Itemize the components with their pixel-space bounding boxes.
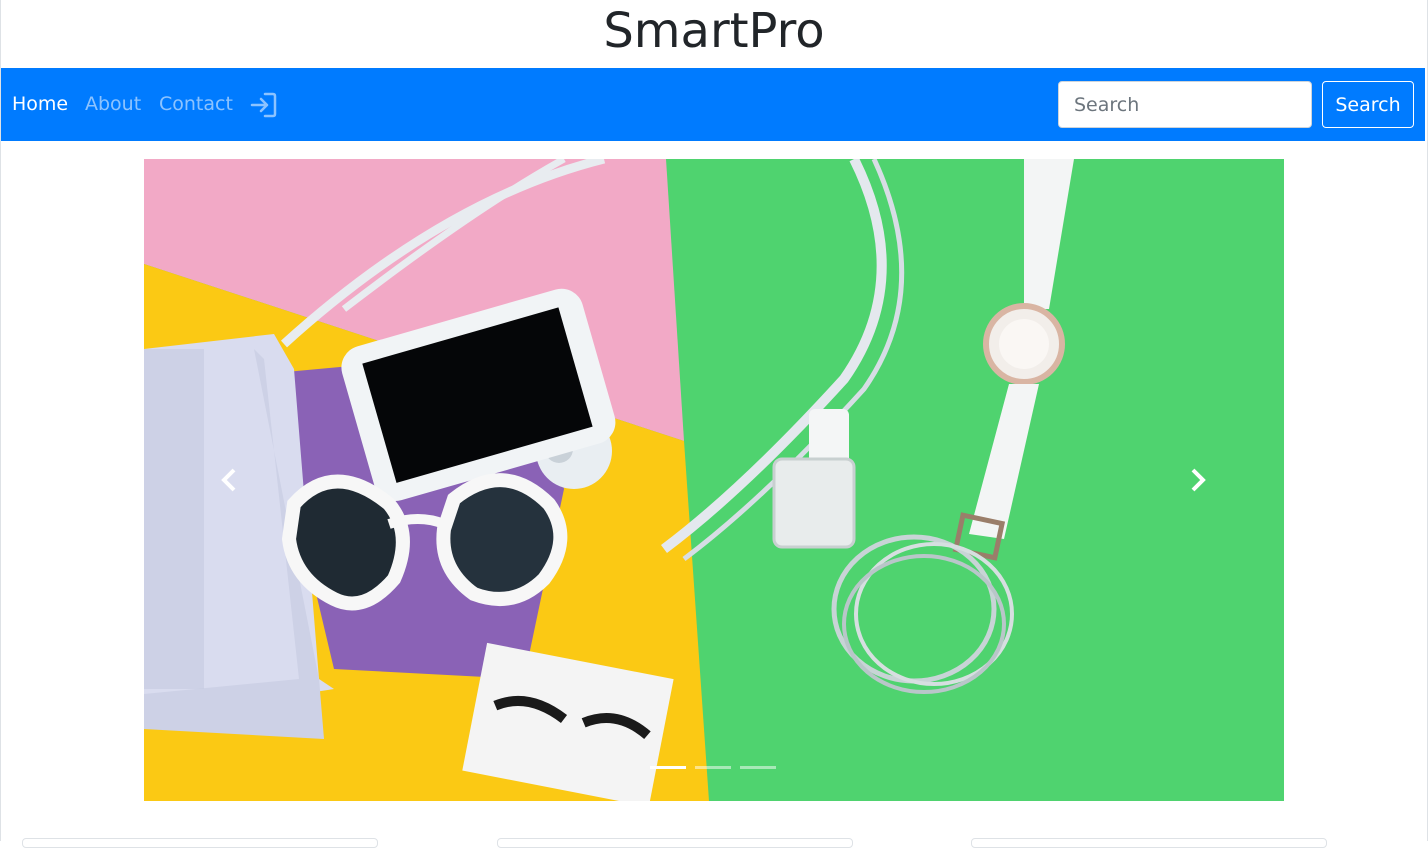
card-3	[971, 838, 1327, 848]
card-2	[497, 838, 853, 848]
card-1	[22, 838, 378, 848]
carousel-prev-button[interactable]	[144, 159, 314, 801]
chevron-left-icon	[221, 468, 236, 492]
carousel-indicator-2[interactable]	[695, 766, 731, 769]
nav-home-link[interactable]: Home	[12, 68, 68, 141]
carousel-indicators	[650, 763, 778, 773]
nav-contact-link[interactable]: Contact	[159, 68, 233, 141]
carousel-slide-image	[144, 159, 1284, 801]
carousel-indicator-3[interactable]	[740, 766, 776, 769]
navbar: Home About Contact Search	[1, 68, 1425, 141]
carousel-next-button[interactable]	[1114, 159, 1284, 801]
image-carousel	[144, 159, 1284, 801]
site-title: SmartPro	[603, 3, 825, 59]
carousel-indicator-1[interactable]	[650, 766, 686, 769]
sign-in-icon[interactable]	[249, 90, 279, 120]
search-input[interactable]	[1058, 81, 1312, 128]
search-button[interactable]: Search	[1322, 81, 1414, 128]
chevron-right-icon	[1191, 468, 1206, 492]
nav-about-link[interactable]: About	[85, 68, 141, 141]
